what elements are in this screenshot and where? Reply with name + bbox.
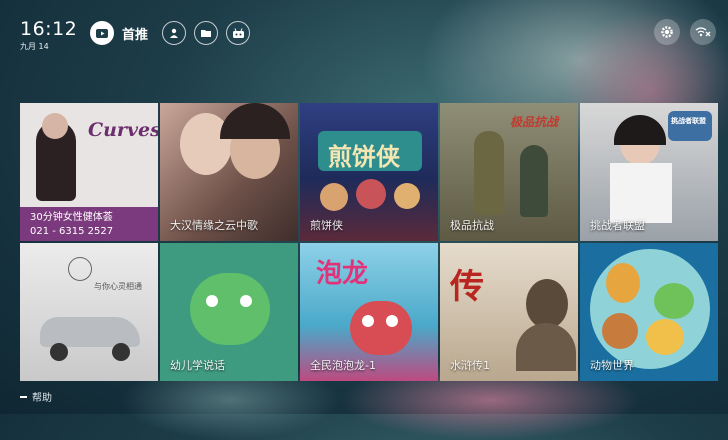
tile-art-title: 挑战者联盟 [671,117,706,125]
content-tile[interactable]: 极品抗战 极品抗战 [440,103,578,241]
robot-icon [232,27,244,38]
tile-art-phone: 021 - 6315 2527 [30,226,114,237]
nav-tv-button[interactable] [90,21,114,45]
content-tile[interactable]: 煎饼侠 煎饼侠 [300,103,438,241]
wifi-off-icon [695,27,711,37]
tile-art-title: 与你心灵相通 [94,282,142,291]
tile-art: Curves 30分钟女性健体荟 021 - 6315 2527 [20,103,158,241]
tv-icon [96,28,108,38]
top-nav: 首推 [90,21,251,45]
tile-caption: 极品抗战 [450,219,494,232]
gear-icon [661,26,673,38]
clock-date: 九月 14 [20,42,49,51]
status-clock: 16:12 九月 14 [20,19,77,52]
content-tile[interactable]: 大汉情缘之云中歌 [160,103,298,241]
nav-robot-button[interactable] [226,21,251,45]
network-button[interactable] [690,19,716,45]
content-tile[interactable]: 传 水浒传1 [440,243,578,381]
tile-art-title: 泡龙 [316,259,369,289]
help-label: 帮助 [32,393,52,404]
folder-icon [201,30,212,37]
tile-caption: 水浒传1 [450,359,490,372]
help-hint[interactable]: 帮助 [20,389,52,404]
nav-folder-button[interactable] [194,21,219,45]
tile-caption: 大汉情缘之云中歌 [170,219,258,232]
tile-caption: 煎饼侠 [310,219,343,232]
clock-time: 16:12 [20,18,78,40]
menu-key-icon [20,395,27,398]
content-tile[interactable]: 幼儿学说话 [160,243,298,381]
person-icon [170,28,179,38]
tile-caption: 幼儿学说话 [170,359,225,372]
tile-art-title: 传 [450,267,484,307]
nav-person-button[interactable] [162,21,187,45]
tile-caption: 动物世界 [590,359,634,372]
content-grid: Curves 30分钟女性健体荟 021 - 6315 2527 大汉情缘之云中… [20,103,718,381]
tile-art: 与你心灵相通 [20,243,158,381]
tile-art-title: Curves [88,119,158,141]
system-icons [654,19,716,45]
settings-button[interactable] [654,19,680,45]
content-tile[interactable]: Curves 30分钟女性健体荟 021 - 6315 2527 [20,103,158,241]
content-tile[interactable]: 与你心灵相通 [20,243,158,381]
content-tile[interactable]: 泡龙 全民泡泡龙-1 [300,243,438,381]
tile-caption: 全民泡泡龙-1 [310,359,376,372]
content-tile[interactable]: 动物世界 [580,243,718,381]
tile-caption: 挑战者联盟 [590,219,645,232]
content-tile[interactable]: 挑战者联盟 挑战者联盟 [580,103,718,241]
nav-label-recommend[interactable]: 首推 [122,24,148,43]
tile-art-subtitle: 30分钟女性健体荟 [30,212,113,223]
tile-art-title: 极品抗战 [510,115,559,129]
tile-art-title: 煎饼侠 [328,143,400,171]
